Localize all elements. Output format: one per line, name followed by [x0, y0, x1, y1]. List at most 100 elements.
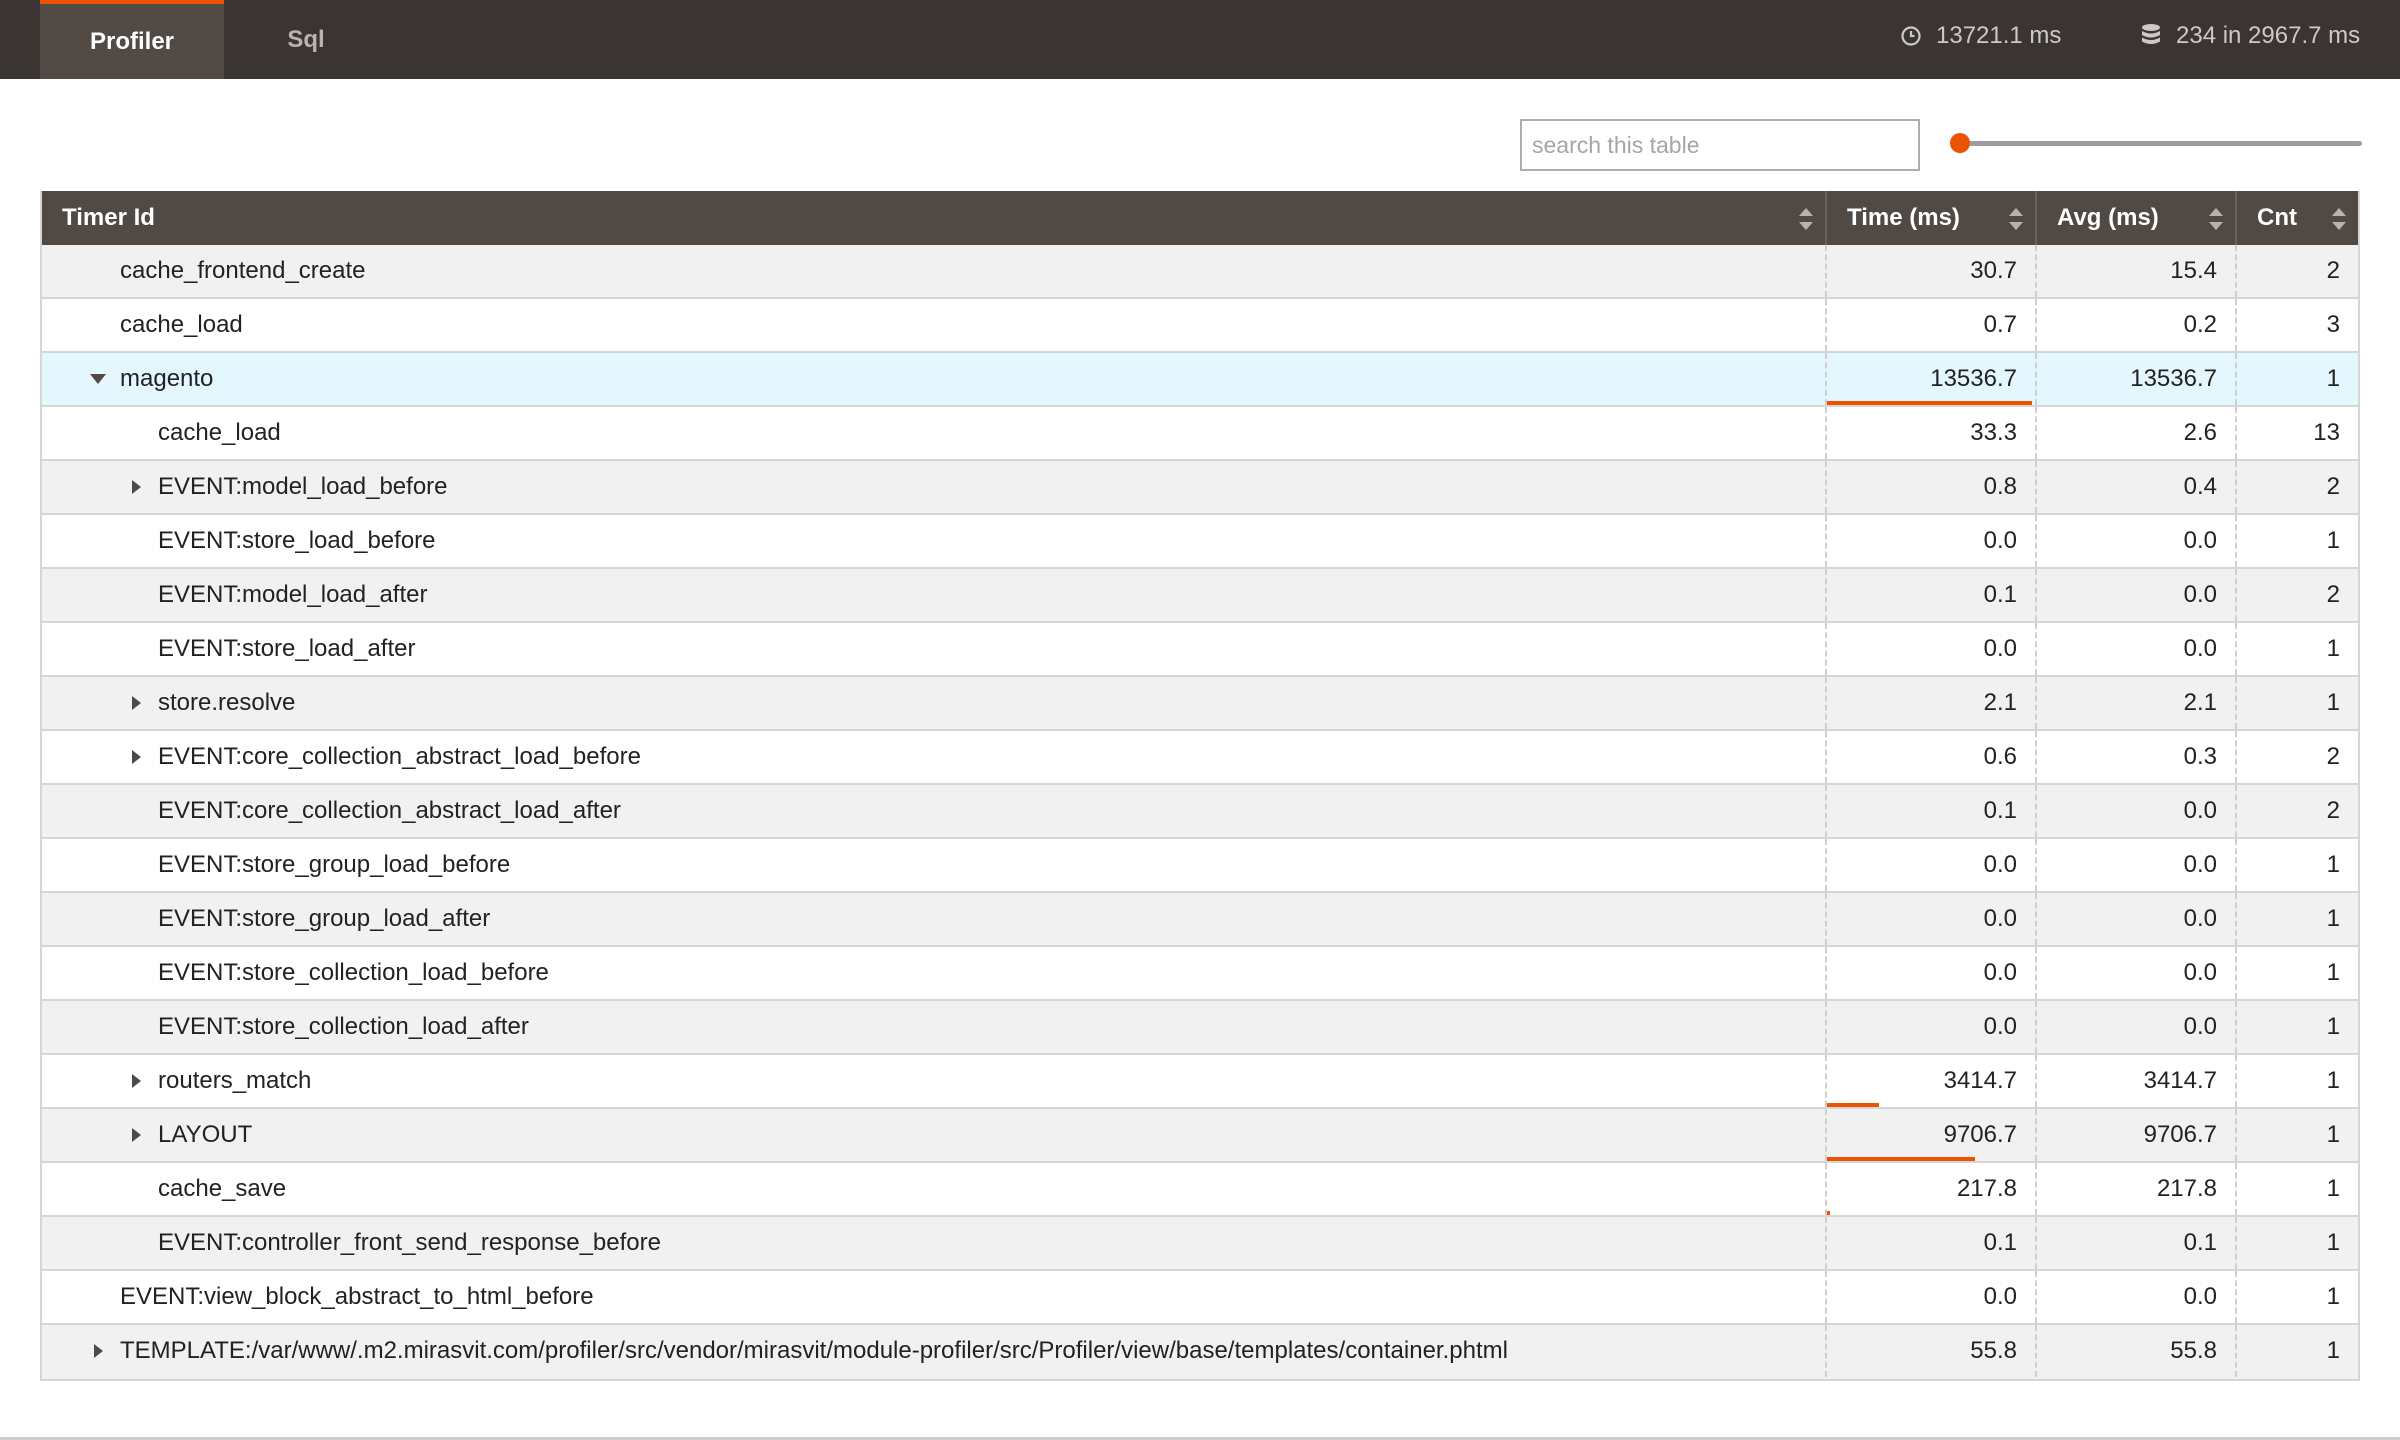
- caret-right-icon[interactable]: [132, 750, 141, 764]
- table-row[interactable]: EVENT:core_collection_abstract_load_afte…: [42, 785, 2358, 839]
- timer-id-label: EVENT:model_load_before: [158, 473, 448, 500]
- time-value: 0.0: [1983, 527, 2017, 554]
- timer-id-cell: EVENT:model_load_before: [42, 461, 1827, 513]
- table-row[interactable]: EVENT:store_collection_load_before 0.0 0.0…: [42, 947, 2358, 1001]
- caret-right-icon[interactable]: [132, 480, 141, 494]
- count-value: 2: [2326, 743, 2340, 770]
- count-value: 2: [2326, 581, 2340, 608]
- timer-id-cell: TEMPLATE:/var/www/.m2.mirasvit.com/profi…: [42, 1325, 1827, 1377]
- timer-id-label: EVENT:core_collection_abstract_load_afte…: [158, 797, 621, 824]
- avg-cell: 0.0: [2037, 947, 2237, 999]
- table-row[interactable]: LAYOUT 9706.7 9706.7 1: [42, 1109, 2358, 1163]
- avg-value: 0.0: [2183, 797, 2217, 824]
- avg-value: 0.0: [2183, 1283, 2217, 1310]
- timer-id-cell: EVENT:model_load_after: [42, 569, 1827, 621]
- time-value: 3414.7: [1943, 1067, 2017, 1094]
- avg-value: 15.4: [2170, 257, 2217, 284]
- time-value: 55.8: [1970, 1337, 2017, 1364]
- caret-right-icon[interactable]: [132, 1128, 141, 1142]
- table-body: cache_frontend_create 30.7 15.4 2 cache_load…: [42, 245, 2358, 1379]
- time-value: 13536.7: [1930, 365, 2017, 392]
- time-value: 0.0: [1983, 635, 2017, 662]
- count-value: 13: [2313, 419, 2340, 446]
- time-cell: 0.0: [1827, 839, 2037, 891]
- slider-handle[interactable]: [1950, 133, 1970, 153]
- count-cell: 1: [2237, 677, 2358, 729]
- table-row[interactable]: store.resolve 2.1 2.1 1: [42, 677, 2358, 731]
- timer-id-cell: EVENT:store_collection_load_before: [42, 947, 1827, 999]
- time-cell: 0.0: [1827, 1001, 2037, 1053]
- table-row[interactable]: magento 13536.7 13536.7 1: [42, 353, 2358, 407]
- timer-id-label: EVENT:core_collection_abstract_load_befo…: [158, 743, 641, 770]
- timer-id-cell: magento: [42, 353, 1827, 405]
- time-share-bar: [1827, 1211, 1830, 1215]
- time-value: 0.0: [1983, 1283, 2017, 1310]
- table-row[interactable]: EVENT:controller_front_send_response_bef…: [42, 1217, 2358, 1271]
- column-header-label: Time (ms): [1847, 204, 1960, 231]
- time-cell: 0.1: [1827, 785, 2037, 837]
- count-cell: 1: [2237, 353, 2358, 405]
- caret-right-icon[interactable]: [132, 696, 141, 710]
- table-row[interactable]: cache_save 217.8 217.8 1: [42, 1163, 2358, 1217]
- tab-profiler[interactable]: Profiler: [40, 0, 224, 79]
- avg-value: 13536.7: [2130, 365, 2217, 392]
- caret-right-icon[interactable]: [132, 1074, 141, 1088]
- filter-slider[interactable]: [1950, 131, 2362, 155]
- table-row[interactable]: EVENT:store_collection_load_after 0.0 0.0 1: [42, 1001, 2358, 1055]
- timer-id-label: EVENT:store_load_after: [158, 635, 416, 662]
- avg-value: 0.0: [2183, 1013, 2217, 1040]
- time-value: 33.3: [1970, 419, 2017, 446]
- column-header-label: Timer Id: [62, 204, 155, 231]
- count-value: 1: [2326, 365, 2340, 392]
- avg-cell: 2.6: [2037, 407, 2237, 459]
- count-cell: 1: [2237, 839, 2358, 891]
- count-cell: 3: [2237, 299, 2358, 351]
- table-row[interactable]: cache_load 33.3 2.6 13: [42, 407, 2358, 461]
- avg-cell: 13536.7: [2037, 353, 2237, 405]
- avg-value: 0.0: [2183, 851, 2217, 878]
- table-row[interactable]: routers_match 3414.7 3414.7 1: [42, 1055, 2358, 1109]
- time-value: 0.0: [1983, 905, 2017, 932]
- timer-id-cell: LAYOUT: [42, 1109, 1827, 1161]
- tab-sql[interactable]: Sql: [236, 0, 376, 79]
- timer-id-label: EVENT:controller_front_send_response_bef…: [158, 1229, 661, 1256]
- timer-id-label: EVENT:store_collection_load_before: [158, 959, 549, 986]
- caret-right-icon[interactable]: [94, 1344, 103, 1358]
- column-header-avg[interactable]: Avg (ms): [2037, 191, 2237, 245]
- column-header-time[interactable]: Time (ms): [1827, 191, 2037, 245]
- table-row[interactable]: EVENT:core_collection_abstract_load_befo…: [42, 731, 2358, 785]
- avg-cell: 0.0: [2037, 1001, 2237, 1053]
- count-cell: 1: [2237, 1109, 2358, 1161]
- time-cell: 3414.7: [1827, 1055, 2037, 1107]
- time-cell: 0.7: [1827, 299, 2037, 351]
- table-row[interactable]: cache_frontend_create 30.7 15.4 2: [42, 245, 2358, 299]
- count-value: 2: [2326, 797, 2340, 824]
- timer-id-label: TEMPLATE:/var/www/.m2.mirasvit.com/profi…: [120, 1337, 1508, 1364]
- profiler-table: Timer Id Time (ms) Avg (ms) Cnt cache_fr…: [40, 191, 2360, 1381]
- sort-icon: [2009, 208, 2023, 230]
- search-input[interactable]: [1520, 119, 1920, 171]
- count-value: 1: [2326, 1175, 2340, 1202]
- table-row[interactable]: cache_load 0.7 0.2 3: [42, 299, 2358, 353]
- table-row[interactable]: EVENT:model_load_after 0.1 0.0 2: [42, 569, 2358, 623]
- table-row[interactable]: EVENT:store_load_after 0.0 0.0 1: [42, 623, 2358, 677]
- count-cell: 1: [2237, 947, 2358, 999]
- table-row[interactable]: EVENT:view_block_abstract_to_html_before…: [42, 1271, 2358, 1325]
- avg-value: 0.3: [2183, 743, 2217, 770]
- timer-id-label: EVENT:store_group_load_after: [158, 905, 491, 932]
- timer-id-label: cache_frontend_create: [120, 257, 366, 284]
- column-header-count[interactable]: Cnt: [2237, 191, 2358, 245]
- table-row[interactable]: EVENT:model_load_before 0.8 0.4 2: [42, 461, 2358, 515]
- count-value: 3: [2326, 311, 2340, 338]
- timer-id-cell: EVENT:store_collection_load_after: [42, 1001, 1827, 1053]
- column-header-timer-id[interactable]: Timer Id: [42, 191, 1827, 245]
- table-row[interactable]: EVENT:store_group_load_before 0.0 0.0 1: [42, 839, 2358, 893]
- avg-value: 0.2: [2183, 311, 2217, 338]
- caret-down-icon[interactable]: [90, 374, 106, 384]
- total-time-value: 13721.1 ms: [1936, 22, 2062, 49]
- timer-id-cell: EVENT:controller_front_send_response_bef…: [42, 1217, 1827, 1269]
- table-row[interactable]: EVENT:store_group_load_after 0.0 0.0 1: [42, 893, 2358, 947]
- table-row[interactable]: TEMPLATE:/var/www/.m2.mirasvit.com/profi…: [42, 1325, 2358, 1379]
- table-row[interactable]: EVENT:store_load_before 0.0 0.0 1: [42, 515, 2358, 569]
- count-cell: 1: [2237, 1217, 2358, 1269]
